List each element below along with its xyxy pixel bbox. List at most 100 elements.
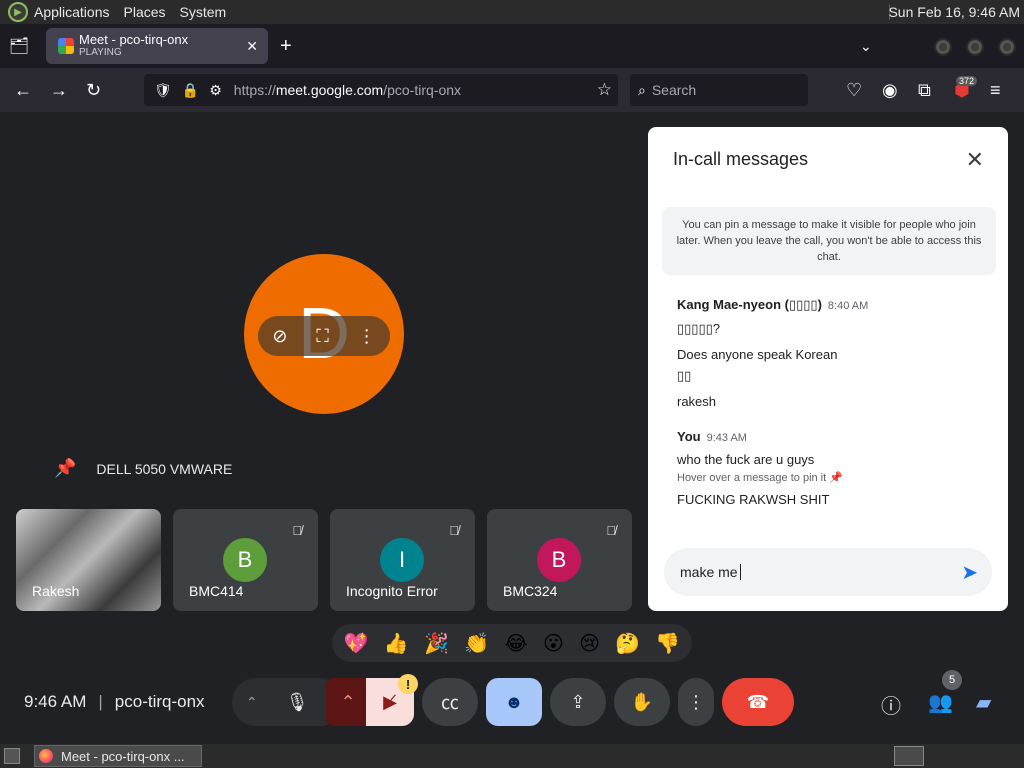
- frame-person-icon[interactable]: ⛶: [316, 326, 329, 347]
- reaction-party-button[interactable]: 🎉: [424, 631, 449, 656]
- participant-tile-bmc324[interactable]: 🎙̸ B BMC324: [487, 509, 632, 611]
- reaction-surprised-button[interactable]: 😮: [543, 631, 564, 656]
- list-all-tabs-chevron-icon[interactable]: ⌄: [860, 38, 872, 55]
- meeting-code: pco-tirq-onx: [114, 692, 205, 711]
- tracking-shield-icon[interactable]: 🛡: [154, 82, 172, 99]
- permissions-icon[interactable]: ⚙: [209, 82, 222, 99]
- account-icon[interactable]: ◉: [882, 80, 898, 100]
- panel-title: In-call messages: [673, 149, 809, 169]
- captions-button[interactable]: ㏄: [422, 678, 478, 726]
- chat-message[interactable]: who the fuck are u guys: [677, 452, 977, 467]
- message-sender: Kang Mae-nyeon (▯▯▯▯) 8:40 AM: [677, 297, 869, 312]
- system-menu[interactable]: System: [180, 4, 227, 20]
- more-options-icon[interactable]: ⋮: [358, 326, 376, 347]
- tab-playing-label: PLAYING: [79, 47, 122, 58]
- search-placeholder: Search: [651, 82, 697, 98]
- chat-message[interactable]: Does anyone speak Korean: [677, 347, 977, 362]
- raise-hand-button[interactable]: ✋: [614, 678, 670, 726]
- leave-call-button[interactable]: ☎: [722, 678, 794, 726]
- minimize-window-button[interactable]: [934, 38, 952, 56]
- more-options-button[interactable]: ⋮: [678, 678, 714, 726]
- camera-off-icon: ▶̸: [383, 691, 397, 712]
- pin-icon: 📌: [54, 458, 77, 478]
- pin-notice: You can pin a message to make it visible…: [662, 207, 996, 275]
- lock-icon[interactable]: 🔒: [182, 82, 199, 99]
- url-text[interactable]: https://meet.google.com/pco-tirq-onx: [234, 82, 461, 98]
- reload-icon[interactable]: ↻: [86, 80, 101, 100]
- mic-off-icon: 🎙̸: [449, 523, 459, 538]
- video-options-chevron-button[interactable]: ⌃: [326, 678, 370, 726]
- browser-tab-meet[interactable]: Meet - pco-tirq-onx PLAYING ✕: [46, 28, 268, 64]
- participant-tile-incognito-error[interactable]: 🎙̸ I Incognito Error: [330, 509, 475, 611]
- pin-hint: Hover over a message to pin it 📌: [677, 472, 843, 484]
- forward-arrow-icon[interactable]: →: [50, 80, 68, 100]
- send-icon[interactable]: ➤: [961, 560, 978, 585]
- close-window-button[interactable]: [998, 38, 1016, 56]
- chat-message-input[interactable]: make me ➤: [664, 548, 992, 596]
- reaction-thumbs-down-button[interactable]: 👎: [655, 631, 680, 656]
- workspace-switcher[interactable]: [894, 746, 924, 766]
- chat-message[interactable]: ▯▯▯▯▯?: [677, 321, 977, 337]
- hand-icon: ✋: [630, 691, 654, 712]
- reactions-bar: 💖 👍 🎉 👏 😂 😮 😢 🤔 👎: [332, 624, 692, 662]
- participant-name: BMC414: [189, 583, 244, 599]
- extension-badge: 372: [956, 76, 978, 86]
- message-group: Kang Mae-nyeon (▯▯▯▯) 8:40 AM ▯▯▯▯▯? Does…: [677, 297, 977, 409]
- participant-avatar: I: [380, 538, 424, 582]
- hang-up-icon: ☎: [746, 691, 770, 712]
- search-input[interactable]: ⌕ Search: [630, 74, 808, 106]
- close-panel-icon[interactable]: ✕: [966, 147, 984, 173]
- browser-navigation-bar: ← → ↻ 🛡 🔒 ⚙ https://meet.google.com/pco-…: [0, 68, 1024, 112]
- meeting-time: 9:46 AM: [24, 692, 87, 711]
- hamburger-menu-icon[interactable]: ≡: [990, 80, 1001, 100]
- chat-message[interactable]: FUCKING RAKWSH SHIT: [677, 492, 977, 507]
- applications-menu[interactable]: Applications: [34, 4, 110, 20]
- bookmark-star-icon[interactable]: ☆: [597, 80, 612, 100]
- participant-avatar: B: [537, 538, 581, 582]
- unpin-icon[interactable]: ⊘: [272, 326, 287, 347]
- present-icon: ⇪: [570, 691, 586, 712]
- reaction-clap-button[interactable]: 👏: [464, 631, 489, 656]
- show-desktop-icon[interactable]: [4, 748, 20, 764]
- panel-clock[interactable]: Sun Feb 16, 9:46 AM: [888, 4, 1020, 20]
- meeting-details-icon[interactable]: ⓘ: [881, 690, 901, 719]
- people-icon[interactable]: 👥: [928, 690, 953, 715]
- chat-icon[interactable]: ▰: [976, 690, 991, 715]
- reaction-thinking-button[interactable]: 🤔: [615, 631, 640, 656]
- divider: |: [98, 692, 103, 711]
- reaction-heart-button[interactable]: 💖: [344, 631, 369, 656]
- chat-message[interactable]: rakesh: [677, 394, 977, 409]
- pocket-icon[interactable]: ♡: [846, 80, 862, 100]
- distro-logo-icon[interactable]: ▶: [8, 2, 28, 22]
- reaction-laugh-button[interactable]: 😂: [504, 631, 527, 656]
- firefox-icon: [39, 749, 53, 763]
- audio-options-chevron-icon[interactable]: ⌃: [246, 694, 258, 711]
- url-bar[interactable]: 🛡 🔒 ⚙ https://meet.google.com/pco-tirq-o…: [144, 74, 618, 106]
- reaction-thumbs-up-button[interactable]: 👍: [384, 631, 409, 656]
- google-meet-favicon-icon: [58, 38, 74, 54]
- taskbar-window-firefox[interactable]: Meet - pco-tirq-onx ...: [34, 745, 202, 767]
- present-screen-button[interactable]: ⇪: [550, 678, 606, 726]
- message-time: 9:43 AM: [706, 432, 747, 444]
- meeting-info: 9:46 AM | pco-tirq-onx: [24, 692, 205, 712]
- camera-warning-badge: !: [398, 674, 418, 694]
- mic-off-icon: 🎙̸: [606, 523, 616, 538]
- participant-name: Rakesh: [32, 583, 80, 599]
- participant-tile-bmc414[interactable]: 🎙̸ B BMC414: [173, 509, 318, 611]
- emoji-reactions-button[interactable]: ☻: [486, 678, 542, 726]
- places-menu[interactable]: Places: [124, 4, 166, 20]
- extensions-icon[interactable]: ⧉: [918, 80, 931, 100]
- people-count-badge: 5: [942, 670, 962, 690]
- mic-off-icon: 🎙̸: [292, 523, 302, 538]
- reaction-sad-button[interactable]: 😢: [579, 631, 600, 656]
- tab-close-icon[interactable]: ✕: [246, 38, 258, 55]
- participant-tile-rakesh[interactable]: Rakesh: [16, 509, 161, 611]
- new-tab-icon[interactable]: +: [280, 36, 292, 56]
- chat-message[interactable]: ▯▯: [677, 368, 977, 384]
- captions-icon: ㏄: [441, 693, 459, 713]
- microphone-icon[interactable]: 🎙: [286, 692, 309, 713]
- back-arrow-icon[interactable]: ←: [14, 80, 32, 100]
- main-tile-label: 📌 DELL 5050 VMWARE: [54, 458, 232, 479]
- maximize-window-button[interactable]: [966, 38, 984, 56]
- firefox-view-icon[interactable]: 🗂: [0, 24, 38, 68]
